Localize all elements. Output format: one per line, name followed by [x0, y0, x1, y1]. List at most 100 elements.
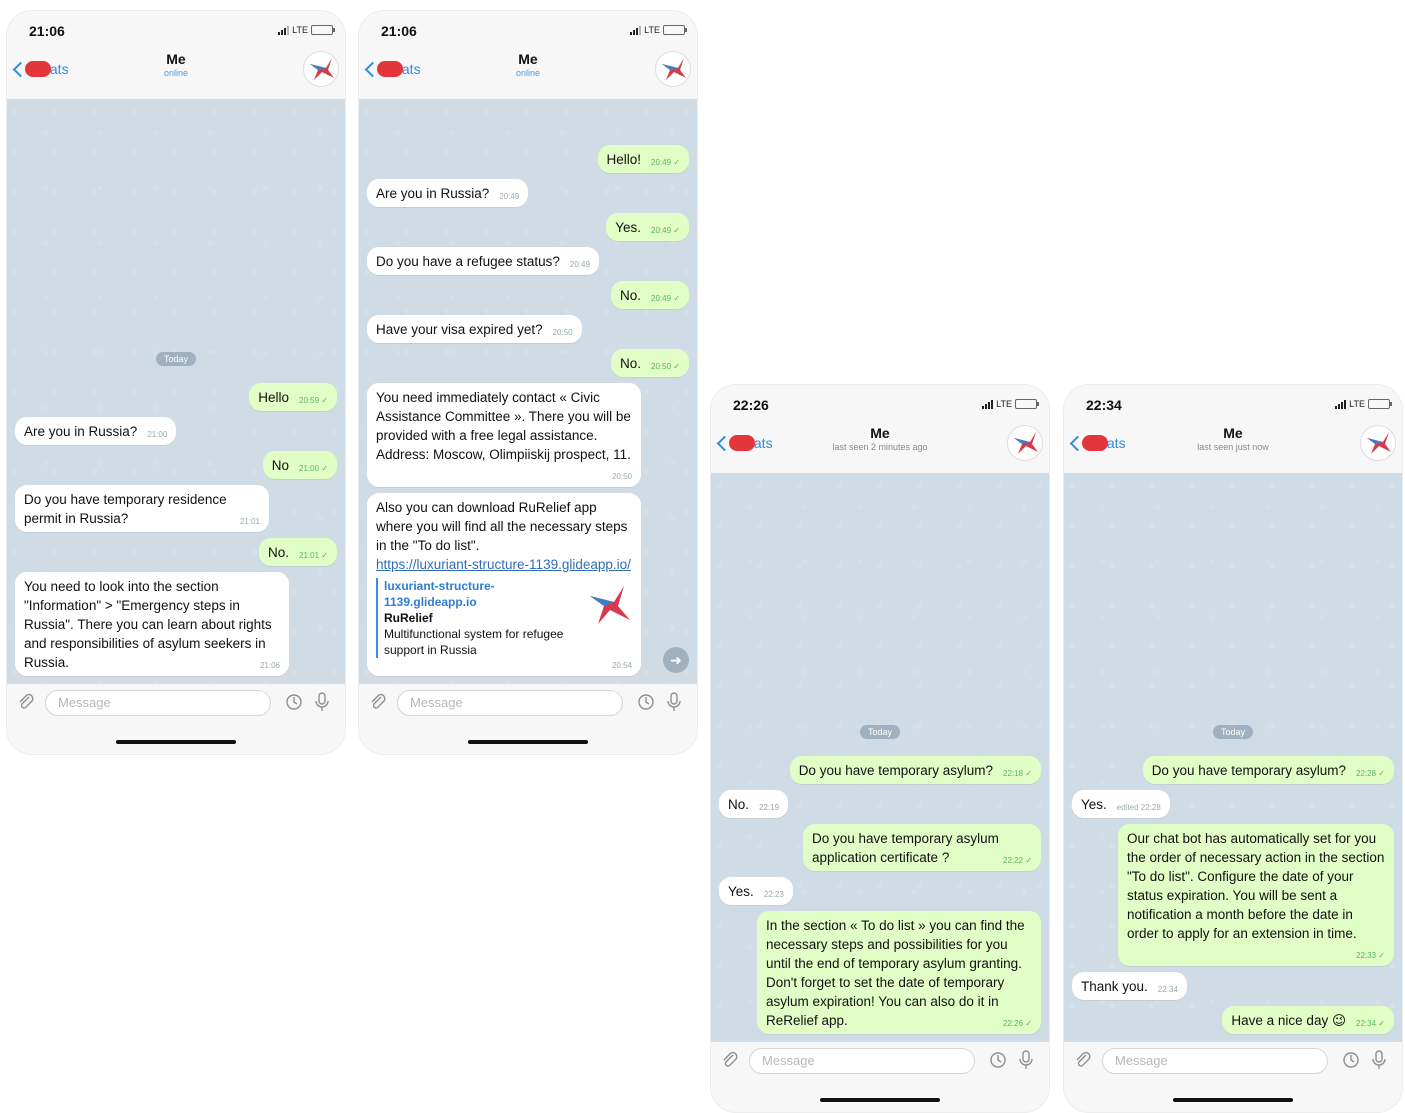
message-time: 21:00 ✓	[299, 464, 328, 473]
microphone-icon[interactable]	[313, 692, 331, 712]
message-text: Do you have a refugee status?	[376, 254, 560, 269]
message-list[interactable]: Today Hello 20:59 ✓ Are you in Russia? 21:…	[7, 100, 345, 683]
date-separator: Today	[1212, 725, 1254, 739]
home-indicator	[359, 722, 697, 754]
message-time: 20:59 ✓	[299, 396, 328, 405]
message-incoming[interactable]: Do you have temporary residence permit i…	[15, 485, 269, 532]
message-time: 21:06	[259, 661, 280, 670]
message-incoming[interactable]: Have your visa expired yet? 20:50	[367, 315, 582, 343]
status-bar: 22:26 LTE	[711, 385, 1049, 421]
message-outgoing[interactable]: Hello! 20:49 ✓	[597, 145, 689, 173]
message-time: 20:49	[569, 260, 590, 269]
message-input[interactable]: Message	[1102, 1048, 1328, 1074]
message-time: 21:00	[147, 430, 168, 439]
attach-icon[interactable]	[1074, 1051, 1092, 1069]
chat-title: Me	[166, 51, 186, 67]
message-time: 22:26 ✓	[1003, 1019, 1032, 1028]
message-outgoing[interactable]: Yes. 20:49 ✓	[606, 213, 689, 241]
message-incoming[interactable]: Yes. 22:23	[719, 877, 793, 905]
message-outgoing[interactable]: Have a nice day 😉 22:34 ✓	[1222, 1006, 1394, 1034]
check-icon: ✓	[321, 464, 328, 473]
message-incoming[interactable]: Yes. edited 22:28	[1072, 790, 1170, 818]
status-bar: 22:34 LTE	[1064, 385, 1402, 421]
timer-icon[interactable]	[989, 1051, 1007, 1069]
message-time: 20:49 ✓	[651, 226, 680, 235]
chat-status: online	[163, 68, 189, 78]
microphone-icon[interactable]	[1370, 1050, 1388, 1070]
check-icon: ✓	[673, 362, 680, 371]
message-input[interactable]: Message	[45, 690, 271, 716]
chat-title-block[interactable]: Me online	[359, 51, 697, 78]
message-outgoing[interactable]: Do you have temporary asylum? 22:28 ✓	[1142, 756, 1394, 784]
message-outgoing[interactable]: No. 21:01 ✓	[259, 538, 337, 566]
message-incoming[interactable]: Do you have a refugee status? 20:49	[367, 247, 599, 275]
attach-icon[interactable]	[721, 1051, 739, 1069]
message-incoming[interactable]: Thank you. 22:34	[1072, 972, 1187, 1000]
message-outgoing[interactable]: No 21:00 ✓	[262, 451, 337, 479]
message-outgoing[interactable]: Do you have temporary asylum application…	[803, 824, 1041, 871]
bird-logo-icon	[1367, 432, 1391, 454]
chat-title-block[interactable]: Me last seen 2 minutes ago	[711, 425, 1049, 452]
message-input[interactable]: Message	[749, 1048, 975, 1074]
phone-screen-1: 21:06 LTE Chats Me online Today Hello 20:…	[6, 10, 346, 755]
message-time: 20:50 ✓	[651, 362, 680, 371]
message-incoming[interactable]: You need immediately contact « Civic Ass…	[367, 383, 641, 487]
message-text: Do you have temporary asylum?	[798, 763, 994, 778]
status-time: 21:06	[29, 23, 65, 39]
message-link[interactable]: https://luxuriant-structure-1139.glideap…	[376, 557, 631, 572]
phone-screen-2: 21:06 LTE Chats Me online Hello! 20:49 ✓ …	[358, 10, 698, 755]
attach-icon[interactable]	[369, 693, 387, 711]
avatar[interactable]	[655, 51, 691, 87]
check-icon: ✓	[673, 226, 680, 235]
message-list[interactable]: Today Do you have temporary asylum? 22:18…	[711, 474, 1049, 1041]
message-text: No.	[728, 797, 750, 812]
timer-icon[interactable]	[1342, 1051, 1360, 1069]
message-outgoing[interactable]: In the section « To do list » you can fi…	[757, 911, 1041, 1034]
message-outgoing[interactable]: Do you have temporary asylum? 22:18 ✓	[789, 756, 1041, 784]
microphone-icon[interactable]	[1017, 1050, 1035, 1070]
message-incoming[interactable]: Are you in Russia? 21:00	[15, 417, 177, 445]
check-icon: ✓	[1378, 1019, 1385, 1028]
message-time: 21:01	[239, 517, 260, 526]
message-outgoing[interactable]: Hello 20:59 ✓	[249, 383, 337, 411]
signal-icon	[982, 399, 994, 409]
message-incoming[interactable]: No. 22:19	[719, 790, 789, 818]
chat-status: last seen 2 minutes ago	[832, 442, 928, 452]
message-incoming-link[interactable]: Also you can download RuRelief app where…	[367, 493, 641, 676]
message-time: 20:54	[611, 661, 632, 670]
check-icon: ✓	[1025, 769, 1032, 778]
message-incoming[interactable]: Are you in Russia? 20:49	[367, 179, 529, 207]
chat-title-block[interactable]: Me online	[7, 51, 345, 78]
timer-icon[interactable]	[637, 693, 655, 711]
avatar[interactable]	[1007, 425, 1043, 461]
message-time: 22:33 ✓	[1356, 951, 1385, 960]
chat-header: Chats Me last seen 2 minutes ago	[711, 421, 1049, 474]
message-outgoing[interactable]: No. 20:50 ✓	[611, 349, 689, 377]
message-input[interactable]: Message	[397, 690, 623, 716]
status-indicators: LTE	[630, 25, 687, 35]
message-time: 22:23	[763, 890, 784, 899]
timer-icon[interactable]	[285, 693, 303, 711]
message-outgoing[interactable]: No. 20:49 ✓	[611, 281, 689, 309]
message-incoming[interactable]: You need to look into the section "Infor…	[15, 572, 289, 676]
status-time: 22:26	[733, 397, 769, 413]
microphone-icon[interactable]	[665, 692, 683, 712]
share-icon[interactable]: ➜	[663, 647, 689, 673]
message-text: In the section « To do list » you can fi…	[766, 918, 1025, 1028]
bird-logo-icon	[662, 58, 686, 80]
home-indicator	[1064, 1080, 1402, 1112]
attach-icon[interactable]	[17, 693, 35, 711]
message-list[interactable]: Today Do you have temporary asylum? 22:28…	[1064, 474, 1402, 1041]
link-preview[interactable]: luxuriant-structure-1139.glideapp.io RuR…	[376, 578, 632, 658]
chat-title-block[interactable]: Me last seen just now	[1064, 425, 1402, 452]
date-separator: Today	[155, 352, 197, 366]
chat-header: Chats Me online	[7, 47, 345, 100]
message-time: 20:49 ✓	[651, 158, 680, 167]
message-list[interactable]: Hello! 20:49 ✓ Are you in Russia? 20:49 Ye…	[359, 100, 697, 683]
preview-site: luxuriant-structure-1139.glideapp.io	[384, 579, 495, 609]
preview-description: Multifunctional system for refugee suppo…	[384, 627, 564, 657]
avatar[interactable]	[1360, 425, 1396, 461]
message-outgoing[interactable]: Our chat bot has automatically set for y…	[1118, 824, 1394, 966]
home-indicator	[711, 1080, 1049, 1112]
avatar[interactable]	[303, 51, 339, 87]
